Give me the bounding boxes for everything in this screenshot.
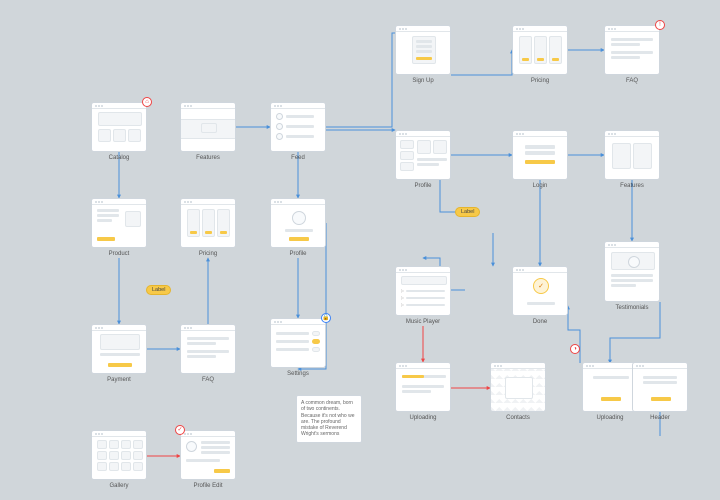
- label: Pricing: [180, 251, 236, 257]
- node-contacts[interactable]: Contacts: [490, 362, 546, 421]
- alert-icon: !: [655, 20, 665, 30]
- node-done[interactable]: ✓ Done: [512, 266, 568, 325]
- node-testimonials[interactable]: Testimonials: [604, 241, 660, 311]
- node-profileedit[interactable]: ✓ Profile Edit: [180, 430, 236, 489]
- lock-icon: 🔒: [321, 313, 331, 323]
- label: Done: [512, 319, 568, 325]
- node-payment[interactable]: Payment: [91, 324, 147, 383]
- node-features2[interactable]: Features: [604, 130, 660, 189]
- node-uploading[interactable]: Uploading: [395, 362, 451, 421]
- label: Settings: [270, 371, 326, 377]
- node-profile2[interactable]: Profile: [270, 198, 326, 257]
- label: Profile Edit: [180, 483, 236, 489]
- label: Profile: [270, 251, 326, 257]
- label: Feed: [270, 155, 326, 161]
- home-icon: ⌂: [142, 97, 152, 107]
- node-signup[interactable]: Sign Up: [395, 25, 451, 84]
- label: Profile: [395, 183, 451, 189]
- label: Uploading: [395, 415, 451, 421]
- edge-label-2: Label: [455, 207, 480, 217]
- label: Music Player: [395, 319, 451, 325]
- node-pricing-top[interactable]: Pricing: [512, 25, 568, 84]
- annotation-note: A common dream, born of two continents. …: [296, 395, 362, 443]
- label: Payment: [91, 377, 147, 383]
- node-faq-bottom[interactable]: FAQ: [180, 324, 236, 383]
- node-uploading2[interactable]: Uploading: [582, 362, 638, 421]
- label: Testimonials: [604, 305, 660, 311]
- label: Sign Up: [395, 78, 451, 84]
- label: Pricing: [512, 78, 568, 84]
- node-feed[interactable]: Feed: [270, 102, 326, 161]
- label: Features: [180, 155, 236, 161]
- node-gallery[interactable]: Gallery: [91, 430, 147, 489]
- status-icon: ◑: [570, 344, 580, 354]
- label: Header: [632, 415, 688, 421]
- node-music[interactable]: ▷ ▷ ▷ Music Player: [395, 266, 451, 325]
- label: Features: [604, 183, 660, 189]
- check-icon: ✓: [175, 425, 185, 435]
- node-features[interactable]: Features: [180, 102, 236, 161]
- edge-label-1: Label: [146, 285, 171, 295]
- node-faq-top[interactable]: ! FAQ: [604, 25, 660, 84]
- node-login[interactable]: Login: [512, 130, 568, 189]
- node-settings[interactable]: 🔒 Settings: [270, 318, 326, 377]
- label: Product: [91, 251, 147, 257]
- node-pricing-bottom[interactable]: Pricing: [180, 198, 236, 257]
- label: Login: [512, 183, 568, 189]
- label: Catalog: [91, 155, 147, 161]
- node-catalog[interactable]: ⌂ Catalog: [91, 102, 147, 161]
- node-profile[interactable]: Profile: [395, 130, 451, 189]
- label: FAQ: [604, 78, 660, 84]
- node-product[interactable]: Product: [91, 198, 147, 257]
- label: Uploading: [582, 415, 638, 421]
- label: Contacts: [490, 415, 546, 421]
- node-header[interactable]: Header: [632, 362, 688, 421]
- label: Gallery: [91, 483, 147, 489]
- label: FAQ: [180, 377, 236, 383]
